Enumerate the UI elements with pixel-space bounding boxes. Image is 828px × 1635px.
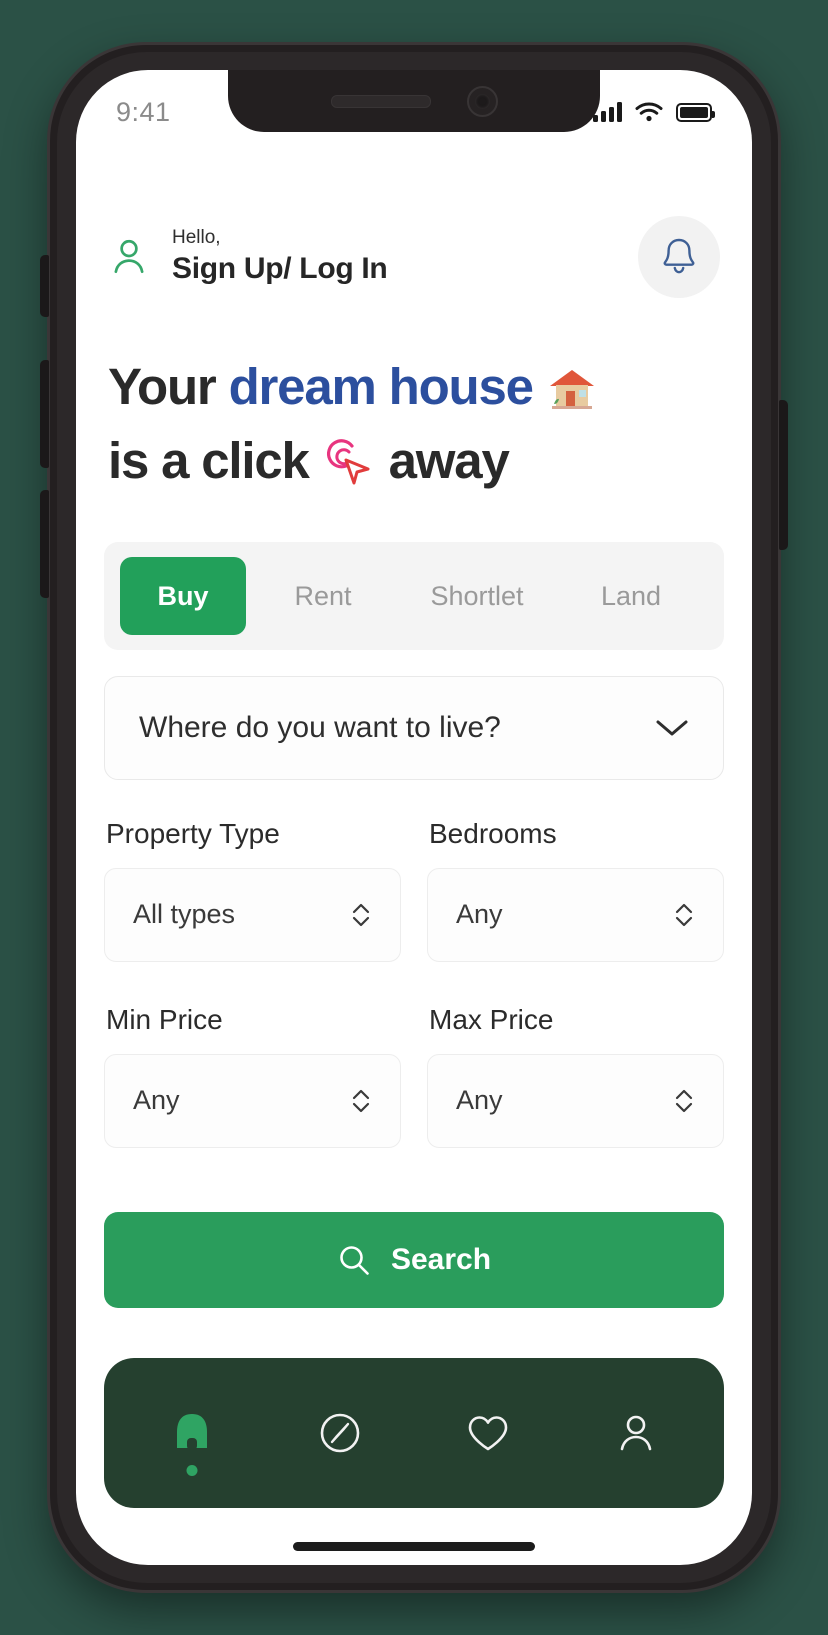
signup-login-link[interactable]: Sign Up/ Log In — [172, 252, 638, 286]
search-button[interactable]: Search — [104, 1211, 724, 1308]
chevron-up-down-icon — [352, 903, 370, 926]
nav-item-explore[interactable] — [303, 1396, 377, 1470]
notification-button[interactable] — [638, 216, 720, 298]
home-indicator — [293, 1541, 535, 1551]
greeting-hello-label: Hello, — [172, 227, 221, 249]
chevron-down-icon — [656, 720, 688, 736]
location-select[interactable]: Where do you want to live? — [104, 675, 724, 780]
phone-power-button[interactable] — [779, 400, 788, 550]
chevron-up-down-icon — [675, 903, 693, 926]
user-outline-icon[interactable] — [108, 236, 150, 278]
house-emoji — [549, 370, 594, 409]
tab-buy[interactable]: Buy — [120, 556, 246, 635]
chevron-up-down-icon — [675, 1089, 693, 1112]
status-bar-time: 9:41 — [116, 96, 171, 127]
bedrooms-value: Any — [456, 899, 503, 930]
hero-headline: Your dream house is a click away — [104, 350, 724, 498]
earpiece-speaker-icon — [330, 94, 431, 108]
tab-rent[interactable]: Rent — [246, 557, 400, 635]
min-price-select[interactable]: Any — [104, 1053, 401, 1148]
phone-screen: 9:41 Hello, Sign Up/ Log In Your dream h… — [76, 70, 752, 1565]
app-header: Hello, Sign Up/ Log In — [104, 216, 724, 298]
hero-words-is-a-click: is a click — [108, 431, 310, 489]
search-filters: Property Type Bedrooms All types Any Min… — [104, 818, 724, 1148]
phone-notch — [228, 70, 600, 132]
front-camera-icon — [466, 85, 498, 117]
phone-volume-down-button[interactable] — [40, 490, 49, 598]
bedrooms-select[interactable]: Any — [427, 867, 724, 962]
label-min-price: Min Price — [106, 1003, 223, 1035]
greeting-block[interactable]: Hello, Sign Up/ Log In — [172, 227, 638, 286]
battery-full-icon — [676, 103, 715, 122]
label-property-type: Property Type — [106, 817, 280, 849]
min-price-value: Any — [133, 1085, 180, 1116]
bottom-navigation-bar — [104, 1357, 724, 1508]
profile-icon — [620, 1415, 652, 1451]
wifi-icon — [635, 102, 663, 122]
status-bar-icons — [593, 102, 715, 122]
home-icon — [177, 1413, 207, 1450]
property-type-value: All types — [133, 899, 236, 930]
hero-word-your: Your — [108, 358, 217, 415]
nav-active-indicator — [186, 1464, 198, 1476]
heart-icon — [468, 1416, 508, 1451]
search-button-label: Search — [390, 1242, 492, 1276]
bell-icon — [663, 238, 695, 274]
label-bedrooms: Bedrooms — [429, 817, 557, 849]
label-max-price: Max Price — [429, 1003, 554, 1035]
phone-mute-switch[interactable] — [40, 255, 49, 317]
search-icon — [340, 1246, 369, 1275]
listing-type-tabs: Buy Rent Shortlet Land — [104, 541, 724, 650]
screenshot-stage: 9:41 Hello, Sign Up/ Log In Your dream h… — [0, 0, 828, 1635]
max-price-value: Any — [456, 1085, 503, 1116]
phone-volume-up-button[interactable] — [40, 360, 49, 468]
nav-item-favorites[interactable] — [451, 1396, 525, 1470]
hero-line-2: is a click away — [108, 424, 720, 498]
hero-line-1: Your dream house — [108, 350, 720, 424]
hero-accent-dream-house: dream house — [228, 358, 534, 415]
location-select-value: Where do you want to live? — [139, 710, 501, 744]
app-content: Hello, Sign Up/ Log In Your dream house — [76, 216, 752, 1551]
property-type-select[interactable]: All types — [104, 867, 401, 962]
hero-word-away: away — [388, 431, 510, 489]
max-price-select[interactable]: Any — [427, 1053, 724, 1148]
tab-shortlet[interactable]: Shortlet — [400, 557, 554, 635]
chevron-up-down-icon — [352, 1089, 370, 1112]
click-cursor-emoji — [326, 439, 370, 485]
nav-item-home[interactable] — [155, 1396, 229, 1476]
nav-item-profile[interactable] — [599, 1396, 673, 1470]
tab-land[interactable]: Land — [554, 557, 708, 635]
compass-icon — [320, 1413, 360, 1453]
